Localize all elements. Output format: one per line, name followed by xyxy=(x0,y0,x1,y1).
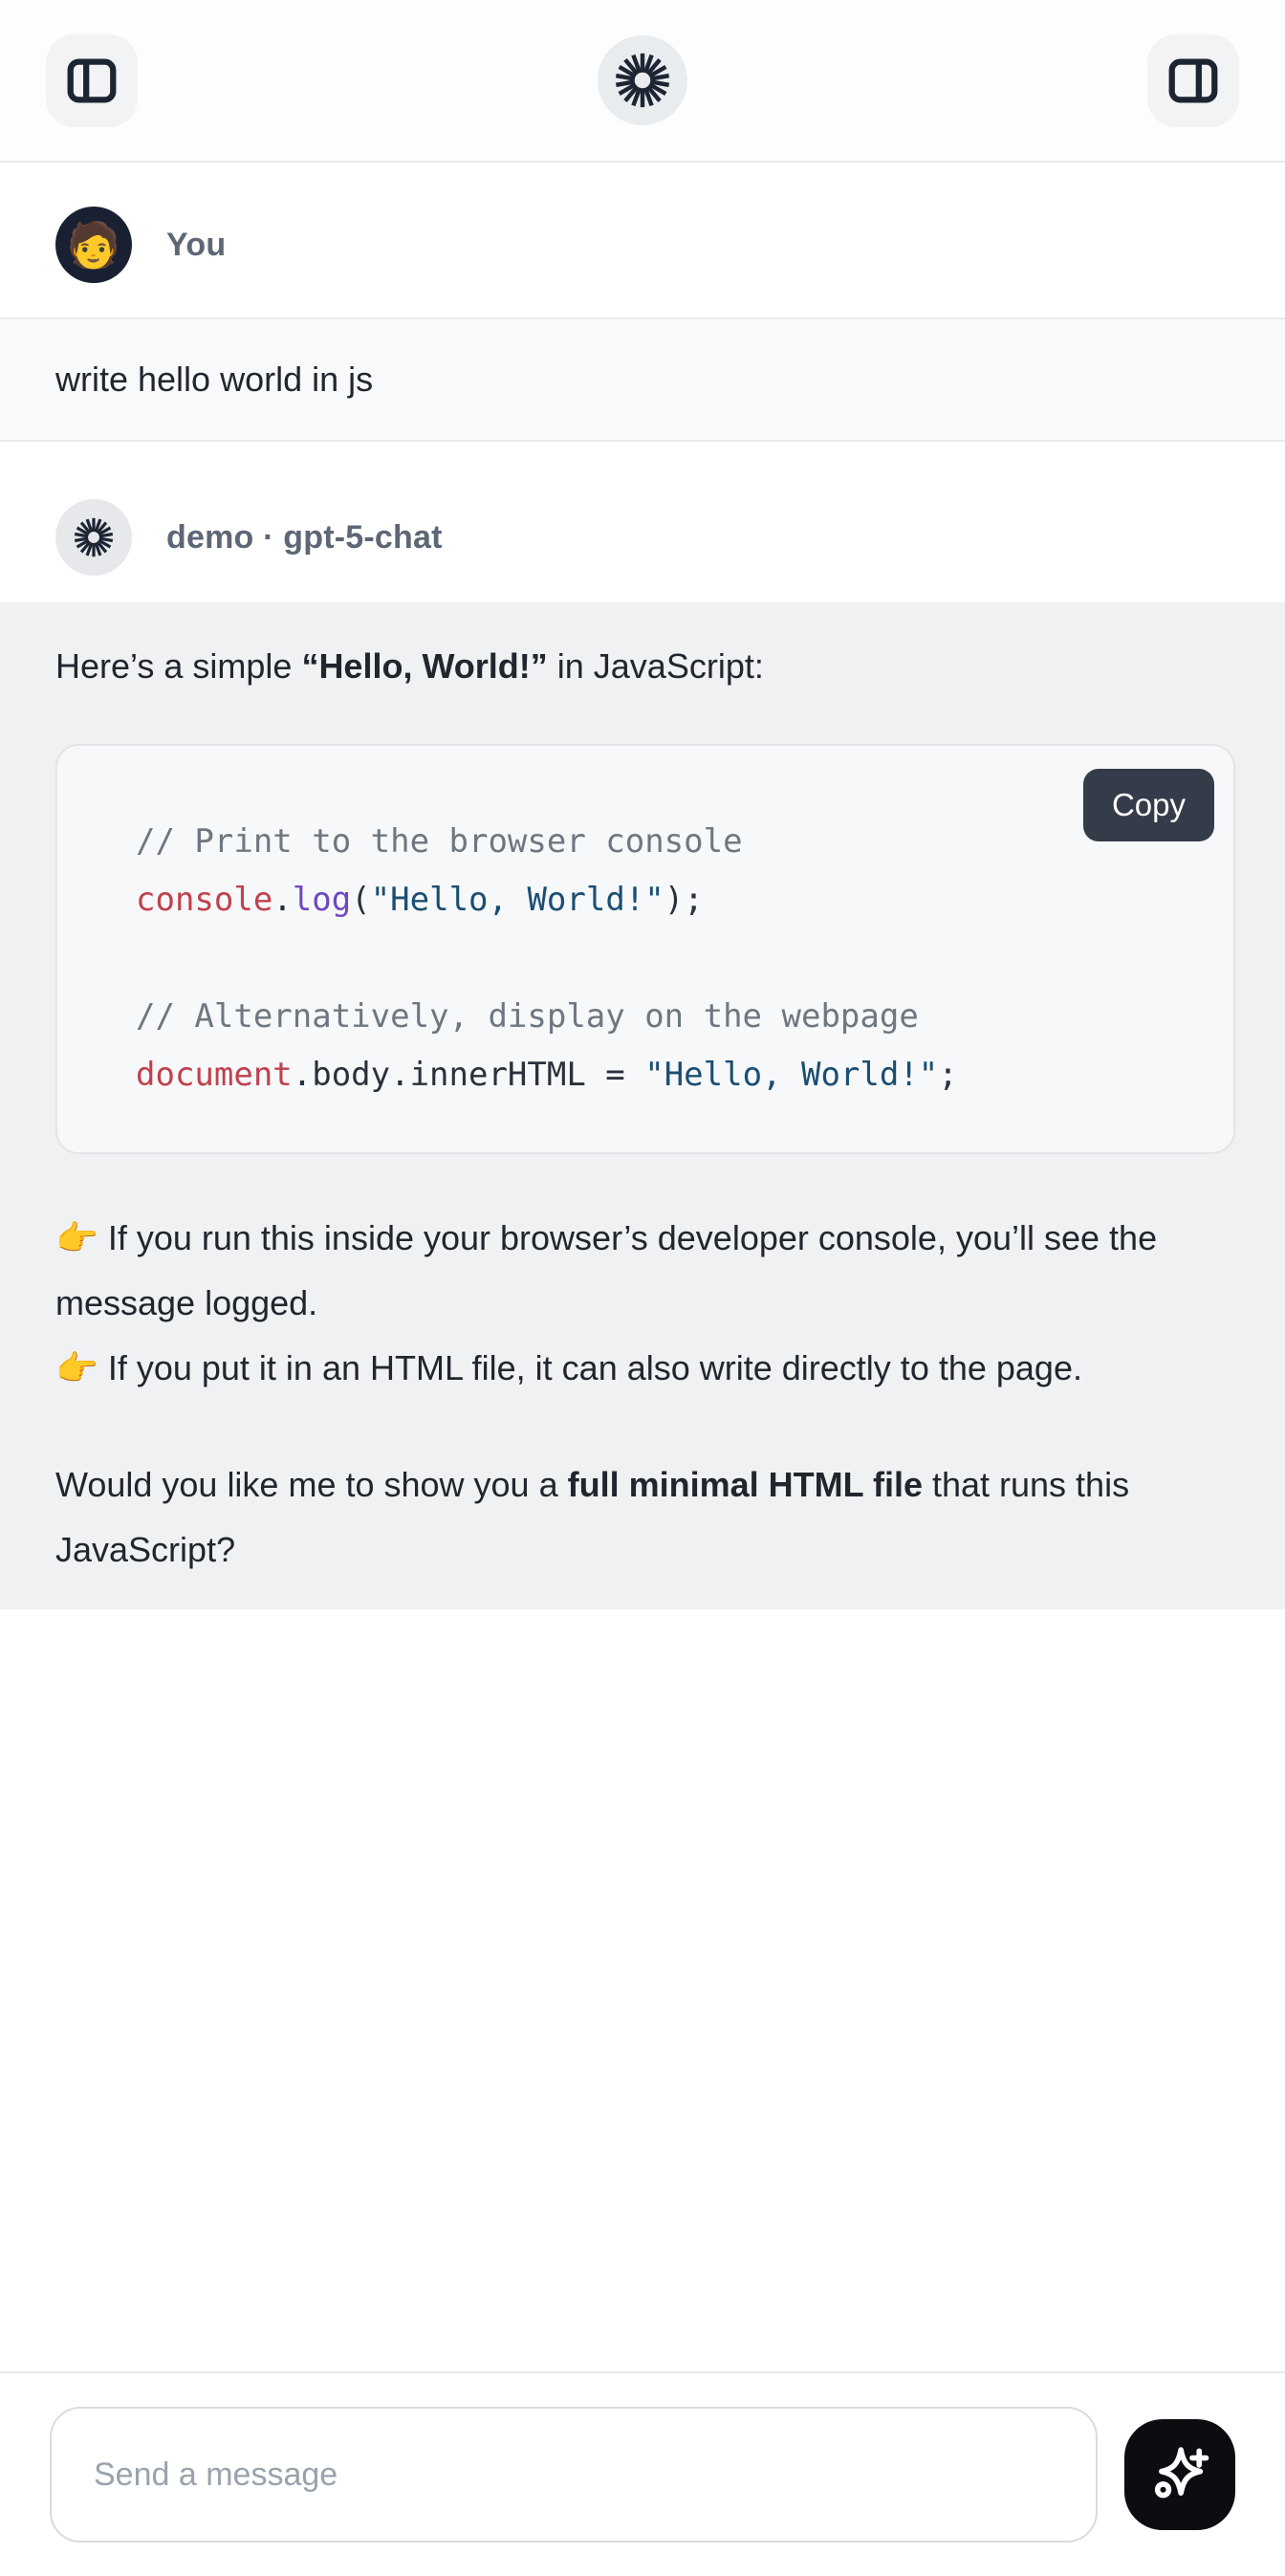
sparkle-plus-icon xyxy=(1145,2440,1214,2509)
user-author-row: 🧑 You xyxy=(0,163,1285,317)
panel-right-icon xyxy=(1164,51,1223,110)
composer xyxy=(0,2371,1285,2576)
user-message-bubble: write hello world in js xyxy=(0,317,1285,442)
user-turn: 🧑 You write hello world in js xyxy=(0,163,1285,442)
copy-button[interactable]: Copy xyxy=(1083,769,1214,841)
assistant-message-body: Here’s a simple “Hello, World!” in JavaS… xyxy=(0,602,1285,1609)
message-input[interactable] xyxy=(50,2407,1098,2543)
intro-prefix: Here’s a simple xyxy=(55,646,301,686)
question-prefix: Would you like me to show you a xyxy=(55,1465,568,1504)
assistant-intro: Here’s a simple “Hello, World!” in JavaS… xyxy=(55,643,1235,690)
intro-suffix: in JavaScript: xyxy=(548,646,764,686)
code-block: Copy // Print to the browser consolecons… xyxy=(55,744,1235,1154)
question-bold: full minimal HTML file xyxy=(568,1465,923,1504)
model-logo-button[interactable] xyxy=(598,35,687,125)
assistant-turn: demo · gpt-5-chat Here’s a simple “Hello… xyxy=(0,442,1285,1609)
user-author-label: You xyxy=(166,227,226,264)
user-message-text: write hello world in js xyxy=(55,360,373,400)
empty-chat-space xyxy=(0,1609,1285,2371)
assistant-tips: 👉 If you run this inside your browser’s … xyxy=(55,1206,1235,1401)
assistant-author-row: demo · gpt-5-chat xyxy=(0,442,1285,602)
right-panel-toggle-button[interactable] xyxy=(1147,34,1239,127)
sidebar-toggle-button[interactable] xyxy=(46,34,138,127)
intro-bold: “Hello, World!” xyxy=(301,646,547,686)
user-avatar-emoji: 🧑 xyxy=(66,219,120,272)
panel-left-icon xyxy=(62,51,121,110)
send-button[interactable] xyxy=(1124,2419,1235,2530)
starburst-icon xyxy=(613,51,672,110)
user-avatar: 🧑 xyxy=(55,207,132,283)
tip-line: 👉 If you run this inside your browser’s … xyxy=(55,1206,1235,1336)
assistant-question: Would you like me to show you a full min… xyxy=(55,1452,1235,1583)
tip-line: 👉 If you put it in an HTML file, it can … xyxy=(55,1336,1235,1401)
code-lines: // Print to the browser consoleconsole.l… xyxy=(136,813,1195,1104)
chat-app: 🧑 You write hello world in js demo · gpt… xyxy=(0,0,1285,2576)
assistant-avatar xyxy=(55,499,132,576)
starburst-icon xyxy=(70,513,118,561)
assistant-author-label: demo · gpt-5-chat xyxy=(166,519,443,557)
header xyxy=(0,0,1285,163)
